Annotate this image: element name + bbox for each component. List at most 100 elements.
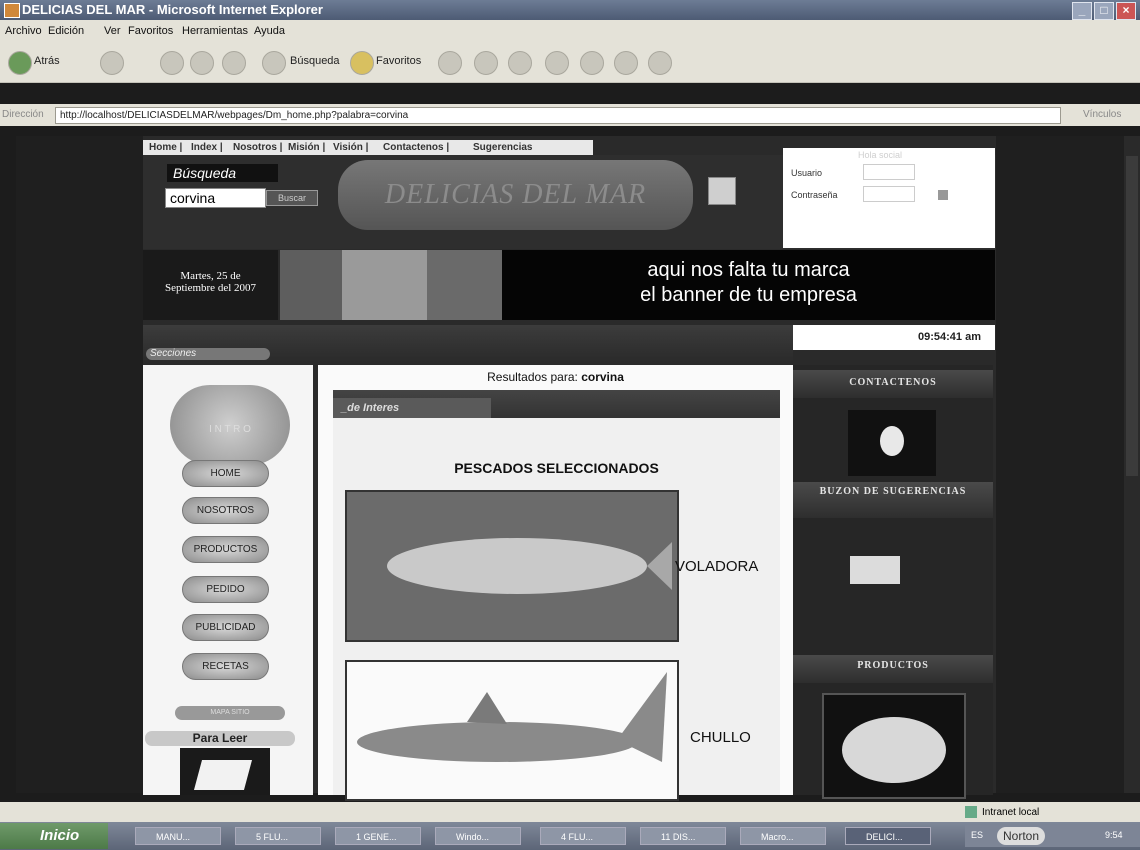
messenger-icon[interactable] [648, 51, 672, 75]
productos-header[interactable]: PRODUCTOS [793, 655, 993, 683]
print-icon[interactable] [508, 51, 532, 75]
stop-icon[interactable] [160, 51, 184, 75]
menu-archivo[interactable]: Archivo [5, 25, 42, 37]
intro-button[interactable]: I N T R O [170, 385, 290, 465]
book-icon [193, 760, 253, 790]
menu-ayuda[interactable]: Ayuda [254, 25, 285, 37]
nav-vision[interactable]: Visión | [333, 142, 368, 153]
task-3[interactable]: 1 GENE... [335, 827, 421, 845]
ad-banner[interactable]: aqui nos falta tu marca el banner de tu … [502, 250, 995, 320]
scroll-thumb[interactable] [1126, 156, 1138, 476]
maximize-button[interactable]: □ [1094, 2, 1114, 20]
start-button[interactable]: Inicio [0, 823, 108, 849]
fish-chullo-icon [347, 662, 677, 799]
nav-mision[interactable]: Misión | [288, 142, 325, 153]
favorites-button-label[interactable]: Favoritos [376, 55, 421, 67]
back-icon[interactable] [8, 51, 32, 75]
leftnav-publicidad[interactable]: PUBLICIDAD [182, 614, 269, 641]
results-term: corvina [581, 370, 624, 384]
discuss-icon[interactable] [580, 51, 604, 75]
mail-icon[interactable] [474, 51, 498, 75]
user-label: Usuario [791, 168, 823, 178]
leftnav-pedido[interactable]: PEDIDO [182, 576, 269, 603]
menu-ver[interactable]: Ver [104, 25, 121, 37]
search-button[interactable]: Buscar [266, 190, 318, 206]
menu-edicion[interactable]: Edición [48, 25, 84, 37]
photo-woman [280, 250, 342, 320]
top-nav: Home | Index | Nosotros | Misión | Visió… [143, 140, 593, 155]
login-box: Usuario Contraseña [783, 148, 995, 248]
mailbox-icon[interactable] [850, 556, 900, 584]
user-input[interactable] [863, 164, 915, 180]
contactenos-header[interactable]: CONTACTENOS [793, 370, 993, 398]
window-title-bar: DELICIAS DEL MAR - Microsoft Internet Ex… [0, 0, 1140, 20]
edit-icon[interactable] [545, 51, 569, 75]
search-icon[interactable] [262, 51, 286, 75]
task-2[interactable]: 5 FLU... [235, 827, 321, 845]
minimize-button[interactable]: _ [1072, 2, 1092, 20]
leftnav-recetas[interactable]: RECETAS [182, 653, 269, 680]
task-7[interactable]: Macro... [740, 827, 826, 845]
search-button-label[interactable]: Búsqueda [290, 55, 340, 67]
people-photo-strip [280, 250, 502, 320]
nav-nosotros[interactable]: Nosotros | [233, 142, 282, 153]
task-1[interactable]: MANU... [135, 827, 221, 845]
nav-home[interactable]: Home | [149, 142, 182, 153]
crest-icon [708, 177, 736, 205]
home-icon[interactable] [222, 51, 246, 75]
research-icon[interactable] [614, 51, 638, 75]
leftnav-productos[interactable]: PRODUCTOS [182, 536, 269, 563]
close-button[interactable]: × [1116, 2, 1136, 20]
plate-icon [842, 717, 946, 783]
fish-image-voladora[interactable] [345, 490, 679, 642]
menu-bar: Archivo Edición Ver Favoritos Herramient… [0, 20, 1140, 42]
back-button-label[interactable]: Atrás [34, 55, 60, 67]
favorites-icon[interactable] [350, 51, 374, 75]
login-arrow-icon[interactable] [938, 190, 948, 200]
nav-sugerencias[interactable]: Sugerencias [473, 142, 532, 153]
photo-man [427, 250, 502, 320]
vertical-scrollbar[interactable] [1124, 136, 1140, 793]
date-line-1: Martes, 25 de [180, 270, 241, 282]
password-input[interactable] [863, 186, 915, 202]
fish-image-chullo[interactable] [345, 660, 679, 801]
task-5[interactable]: 4 FLU... [540, 827, 626, 845]
banner-line-1: aqui nos falta tu marca [647, 259, 850, 281]
site-map-link[interactable]: MAPA SITIO [175, 706, 285, 720]
nav-contactenos[interactable]: Contactenos | [383, 142, 449, 153]
ie-icon [4, 3, 20, 18]
login-hint: Hola social [858, 150, 903, 160]
tab-de-interes[interactable]: _de Interes [333, 398, 491, 418]
leftnav-home[interactable]: HOME [182, 460, 269, 487]
product-image[interactable] [822, 693, 966, 799]
tray-antivirus[interactable]: Norton [997, 827, 1046, 845]
fish-label-chullo: CHULLO [690, 729, 751, 746]
links-label[interactable]: Vínculos [1083, 109, 1121, 120]
search-label: Búsqueda [167, 164, 278, 182]
menu-herramientas[interactable]: Herramientas [182, 25, 248, 37]
sections-label: Secciones [146, 348, 270, 360]
para-leer-header: Para Leer [145, 731, 295, 746]
task-8-active[interactable]: DELICI... [845, 827, 931, 845]
results-heading: Resultados para: corvina [318, 370, 793, 384]
zone-label: Intranet local [982, 807, 1040, 818]
task-4[interactable]: Windo... [435, 827, 521, 845]
leftnav-nosotros[interactable]: NOSOTROS [182, 497, 269, 524]
window-title: DELICIAS DEL MAR - Microsoft Internet Ex… [22, 2, 323, 17]
clock: 09:54:41 am [793, 325, 995, 350]
address-input[interactable]: http://localhost/DELICIASDELMAR/webpages… [55, 107, 1061, 124]
banner-line-2: el banner de tu empresa [640, 284, 857, 306]
tray-language[interactable]: ES [971, 830, 983, 840]
history-icon[interactable] [438, 51, 462, 75]
date-box: Martes, 25 de Septiembre del 2007 [143, 250, 278, 320]
photo-handshake [342, 250, 427, 320]
search-input[interactable]: corvina [165, 188, 266, 208]
forward-icon[interactable] [100, 51, 124, 75]
contact-image[interactable] [848, 410, 936, 476]
refresh-icon[interactable] [190, 51, 214, 75]
buzon-header[interactable]: BUZON DE SUGERENCIAS [793, 482, 993, 518]
nav-index[interactable]: Index | [191, 142, 223, 153]
menu-favoritos[interactable]: Favoritos [128, 25, 173, 37]
book-image[interactable] [180, 748, 270, 795]
task-6[interactable]: 11 DIS... [640, 827, 726, 845]
